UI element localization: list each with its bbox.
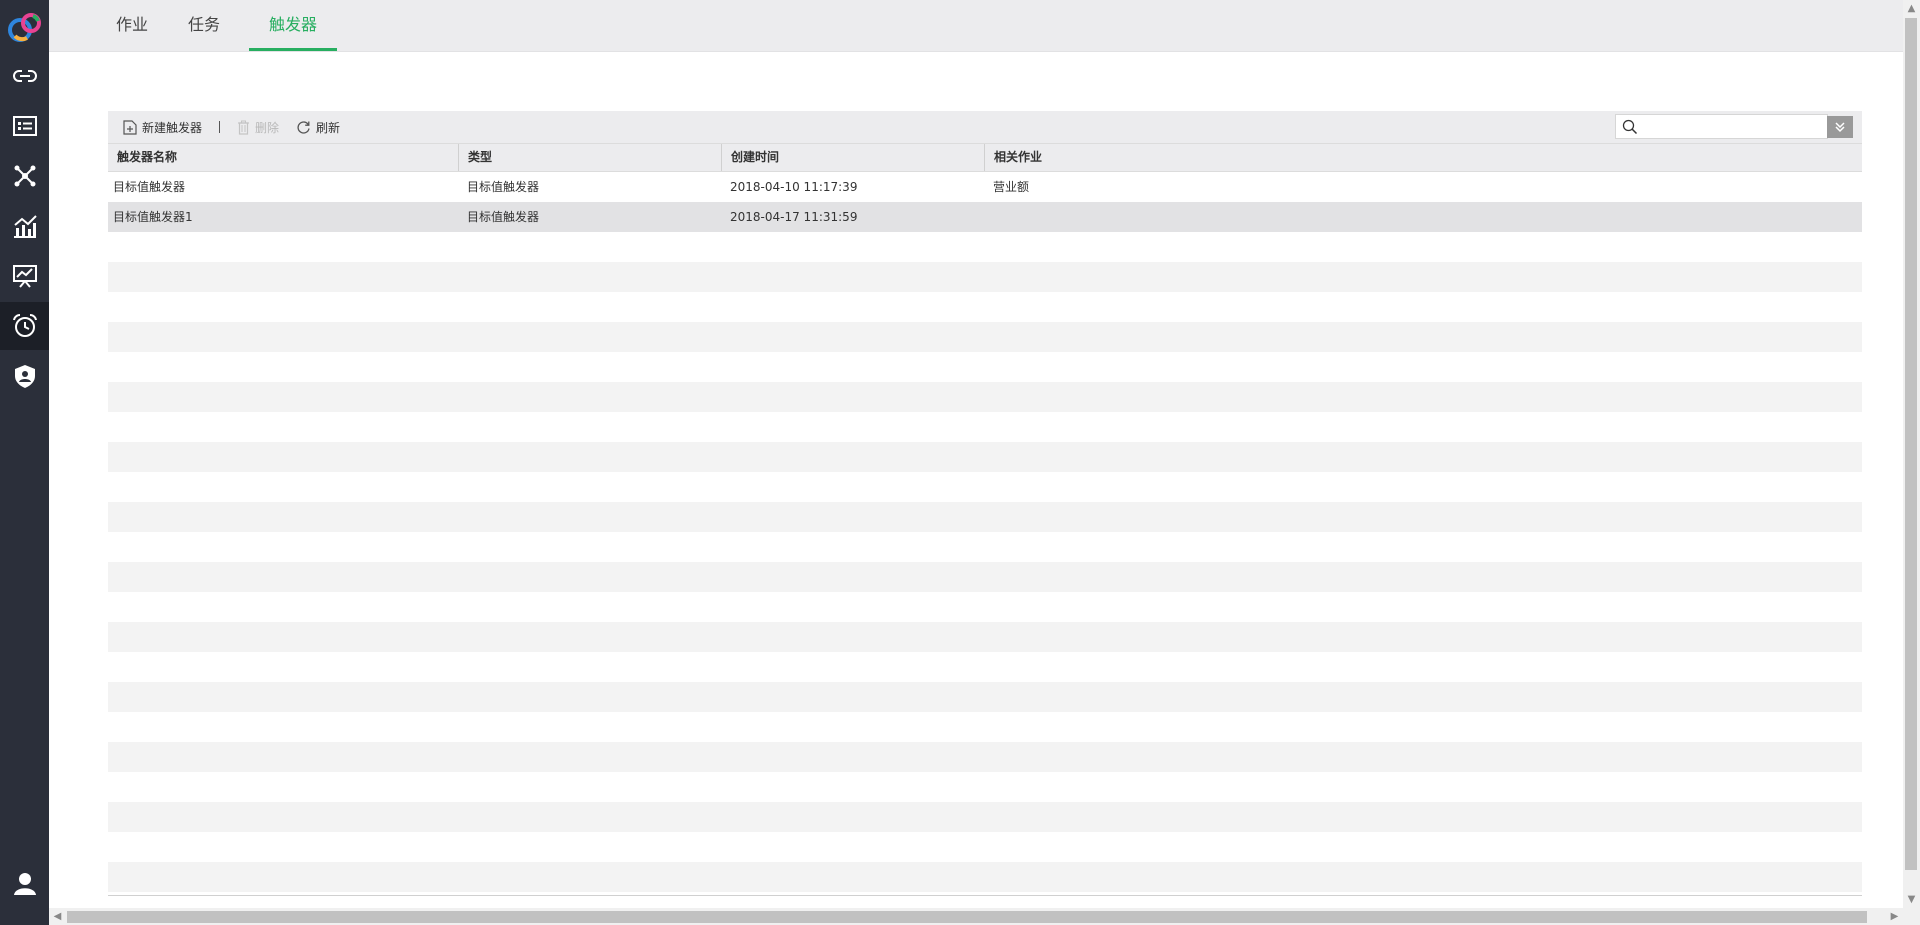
refresh-icon: [297, 120, 310, 134]
empty-row: [108, 532, 1862, 562]
empty-row: [108, 442, 1862, 472]
sidebar-item-security[interactable]: [0, 352, 49, 400]
chart-icon: [13, 215, 37, 238]
horizontal-scroll-thumb[interactable]: [67, 911, 1867, 923]
network-icon: [14, 165, 35, 187]
empty-row: [108, 712, 1862, 742]
app-logo[interactable]: [0, 2, 49, 50]
empty-row: [108, 262, 1862, 292]
toolbar: 新建触发器 删除 刷新: [108, 111, 1862, 143]
cell-name: 目标值触发器: [113, 180, 186, 194]
sidebar-item-data-sets[interactable]: [0, 102, 49, 150]
vertical-scroll-thumb[interactable]: [1905, 18, 1917, 870]
table-row[interactable]: 目标值触发器 目标值触发器 2018-04-10 11:17:39 营业额: [108, 172, 1862, 202]
empty-row: [108, 472, 1862, 502]
empty-row: [108, 862, 1862, 892]
tab-tasks[interactable]: 任务: [183, 0, 225, 51]
scroll-right-icon[interactable]: ▶: [1886, 908, 1903, 925]
empty-row: [108, 322, 1862, 352]
sidebar-item-analysis[interactable]: [0, 202, 49, 250]
refresh-label: 刷新: [316, 120, 341, 135]
new-file-icon: [123, 119, 137, 135]
tab-jobs[interactable]: 作业: [111, 0, 153, 51]
empty-row: [108, 232, 1862, 262]
empty-row: [108, 562, 1862, 592]
table-row[interactable]: 目标值触发器1 目标值触发器 2018-04-17 11:31:59: [108, 202, 1862, 232]
toolbar-separator: [219, 121, 220, 133]
scroll-up-icon[interactable]: ▲: [1903, 0, 1920, 17]
expand-search-button[interactable]: [1827, 116, 1853, 138]
sidebar-item-dashboard[interactable]: [0, 252, 49, 300]
table-bottom-border: [108, 895, 1862, 896]
sidebar-item-data-connection[interactable]: [0, 52, 49, 100]
empty-row: [108, 832, 1862, 862]
delete-label: 删除: [255, 120, 280, 135]
empty-row: [108, 742, 1862, 772]
new-trigger-button[interactable]: 新建触发器: [123, 111, 202, 143]
list-card-icon: [12, 116, 37, 136]
cell-job: 营业额: [993, 180, 1030, 194]
search-input[interactable]: [1642, 117, 1826, 138]
logo-icon: [7, 13, 41, 42]
column-header-job[interactable]: 相关作业: [984, 144, 1862, 171]
presentation-icon: [12, 265, 37, 288]
left-sidebar: [0, 0, 49, 925]
cell-type: 目标值触发器: [467, 210, 540, 224]
empty-row: [108, 592, 1862, 622]
scroll-down-icon[interactable]: ▼: [1903, 891, 1920, 908]
empty-row: [108, 352, 1862, 382]
column-header-name[interactable]: 触发器名称: [108, 144, 458, 171]
table-header: 触发器名称 类型 创建时间 相关作业: [108, 143, 1862, 172]
empty-row: [108, 682, 1862, 712]
column-header-created[interactable]: 创建时间: [721, 144, 984, 171]
trigger-panel: 新建触发器 删除 刷新 触发器名称 类型 创建时间 相关作业 目标值触发器 目标…: [108, 111, 1862, 896]
empty-row: [108, 652, 1862, 682]
cell-created: 2018-04-17 11:31:59: [730, 210, 858, 224]
sidebar-item-model[interactable]: [0, 152, 49, 200]
cell-name: 目标值触发器1: [113, 210, 193, 224]
user-icon: [13, 873, 36, 895]
empty-row: [108, 802, 1862, 832]
empty-row: [108, 382, 1862, 412]
refresh-button[interactable]: 刷新: [296, 111, 340, 143]
empty-row: [108, 772, 1862, 802]
new-trigger-label: 新建触发器: [142, 120, 203, 135]
delete-button[interactable]: 删除: [237, 111, 279, 143]
empty-row: [108, 292, 1862, 322]
trash-icon: [238, 120, 249, 135]
horizontal-scrollbar[interactable]: ◀ ▶: [49, 908, 1903, 925]
scrollbar-corner: [1903, 908, 1920, 925]
sidebar-item-scheduler[interactable]: [0, 302, 49, 350]
column-header-type[interactable]: 类型: [458, 144, 721, 171]
empty-row: [108, 622, 1862, 652]
sidebar-item-user[interactable]: [0, 860, 49, 908]
empty-row: [108, 412, 1862, 442]
shield-user-icon: [14, 365, 35, 388]
vertical-scrollbar[interactable]: ▲ ▼: [1903, 0, 1920, 908]
search-box: [1615, 114, 1828, 139]
search-icon: [1622, 119, 1638, 135]
double-chevron-down-icon: [1835, 122, 1845, 133]
alarm-clock-icon: [12, 313, 37, 337]
tab-triggers[interactable]: 触发器: [249, 0, 337, 51]
empty-row: [108, 502, 1862, 532]
scroll-left-icon[interactable]: ◀: [49, 908, 66, 925]
cell-created: 2018-04-10 11:17:39: [730, 180, 858, 194]
table-body: 目标值触发器 目标值触发器 2018-04-10 11:17:39 营业额 目标…: [108, 172, 1862, 895]
link-icon: [12, 70, 37, 82]
top-tab-bar: 作业 任务 触发器: [49, 0, 1903, 52]
cell-type: 目标值触发器: [467, 180, 540, 194]
